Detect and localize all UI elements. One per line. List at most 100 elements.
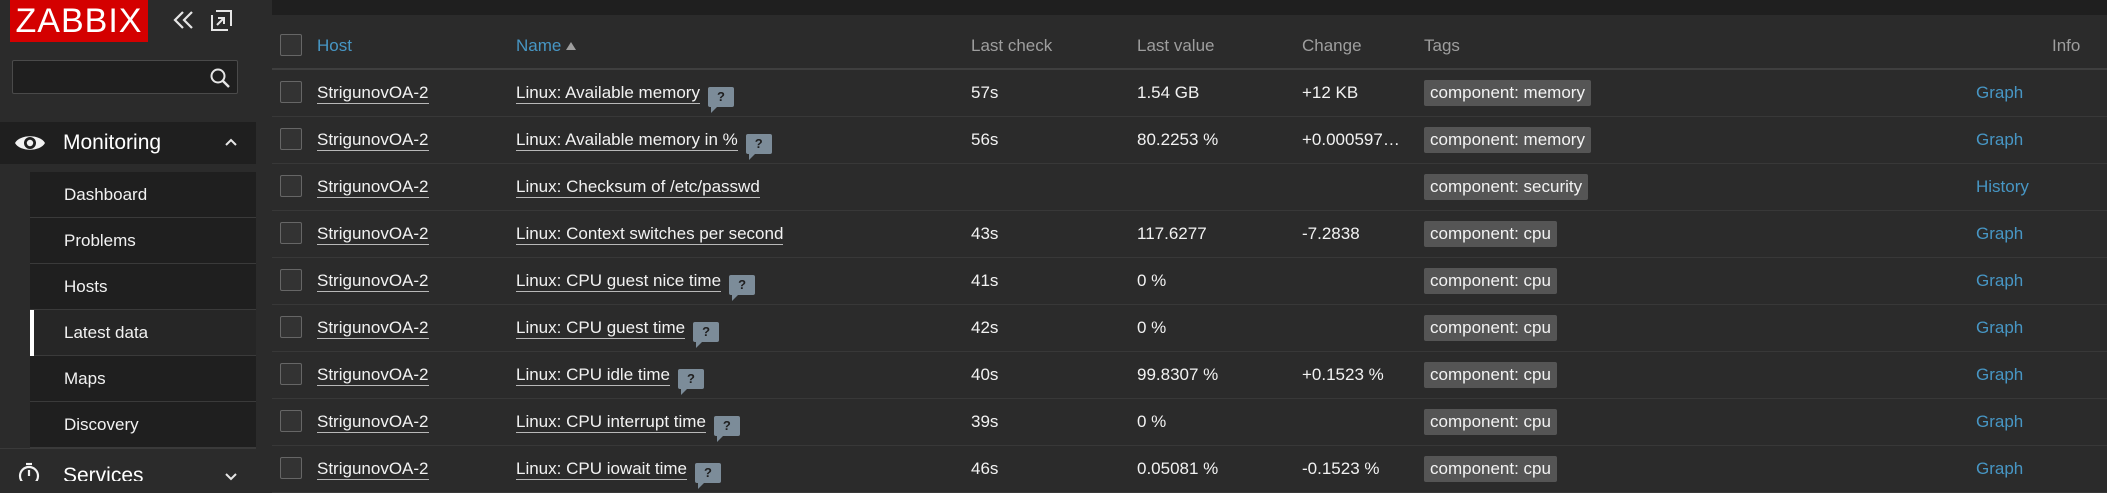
tag-badge[interactable]: component: security (1424, 174, 1589, 200)
submenu-item-latest-data[interactable]: Latest data (30, 310, 256, 356)
item-name-link[interactable]: Linux: CPU iowait time (516, 459, 688, 480)
row-checkbox[interactable] (280, 363, 302, 385)
help-icon[interactable]: ? (729, 275, 756, 301)
zabbix-logo[interactable]: ZABBIX (10, 0, 148, 42)
host-link[interactable]: StrigunovOA-2 (317, 224, 429, 245)
last-value: 117.6277 (1137, 224, 1207, 243)
history-link[interactable]: History (1976, 177, 2029, 197)
row-checkbox[interactable] (280, 269, 302, 291)
column-header-last-check: Last check (971, 36, 1053, 55)
row-checkbox[interactable] (280, 316, 302, 338)
row-checkbox[interactable] (280, 175, 302, 197)
column-header-info: Info (2052, 36, 2081, 55)
help-icon[interactable]: ? (693, 322, 720, 348)
graph-link[interactable]: Graph (1976, 271, 2023, 291)
last-check: 57s (971, 83, 999, 102)
graph-link[interactable]: Graph (1976, 224, 2023, 244)
host-link[interactable]: StrigunovOA-2 (317, 318, 429, 339)
change-value: -7.2838 (1302, 224, 1360, 243)
menu-services-label: Services (63, 464, 144, 481)
graph-link[interactable]: Graph (1976, 318, 2023, 338)
last-check: 40s (971, 365, 999, 384)
last-value: 0 % (1137, 318, 1167, 337)
table-row: StrigunovOA-2 Linux: Available memory in … (272, 117, 2107, 164)
table-row: StrigunovOA-2 Linux: CPU guest time? 42s 0 … (272, 305, 2107, 352)
row-checkbox[interactable] (280, 128, 302, 150)
host-link[interactable]: StrigunovOA-2 (317, 412, 429, 433)
change-value: +0.1523 % (1302, 365, 1384, 384)
graph-link[interactable]: Graph (1976, 412, 2023, 432)
help-icon[interactable]: ? (713, 416, 740, 442)
column-header-name-label: Name (516, 36, 562, 55)
filter-bar-edge (272, 0, 2107, 15)
item-name-link[interactable]: Linux: Available memory in % (516, 130, 738, 151)
graph-link[interactable]: Graph (1976, 459, 2023, 479)
eye-icon (15, 136, 45, 150)
host-link[interactable]: StrigunovOA-2 (317, 83, 429, 104)
column-header-name[interactable]: Name (516, 36, 577, 56)
graph-link[interactable]: Graph (1976, 83, 2023, 103)
menu-monitoring[interactable]: Monitoring (0, 122, 256, 164)
last-check: 42s (971, 318, 999, 337)
tag-badge[interactable]: component: memory (1424, 127, 1591, 153)
tag-badge[interactable]: component: cpu (1424, 221, 1557, 247)
menu-services[interactable]: Services (0, 448, 256, 481)
column-header-tags: Tags (1424, 36, 1460, 55)
item-name-link[interactable]: Linux: Context switches per second (516, 224, 784, 245)
collapse-sidebar-button[interactable] (171, 8, 197, 34)
row-checkbox[interactable] (280, 457, 302, 479)
last-check: 46s (971, 459, 999, 478)
item-name-link[interactable]: Linux: CPU guest nice time (516, 271, 722, 292)
submenu-item-label: Discovery (64, 415, 139, 434)
tag-badge[interactable]: component: cpu (1424, 268, 1557, 294)
item-name-link[interactable]: Linux: Checksum of /etc/passwd (516, 177, 760, 198)
submenu-item-dashboard[interactable]: Dashboard (30, 172, 256, 218)
submenu-item-label: Hosts (64, 277, 108, 296)
help-icon[interactable]: ? (678, 369, 705, 395)
submenu-item-problems[interactable]: Problems (30, 218, 256, 264)
submenu-item-discovery[interactable]: Discovery (30, 402, 256, 448)
row-checkbox[interactable] (280, 81, 302, 103)
last-check: 41s (971, 271, 999, 290)
change-value: +12 KB (1302, 83, 1359, 102)
last-value: 0 % (1137, 412, 1167, 431)
submenu-item-maps[interactable]: Maps (30, 356, 256, 402)
host-link[interactable]: StrigunovOA-2 (317, 177, 429, 198)
host-link[interactable]: StrigunovOA-2 (317, 459, 429, 480)
search-input[interactable] (13, 61, 219, 93)
last-value: 80.2253 % (1137, 130, 1219, 149)
tag-badge[interactable]: component: memory (1424, 80, 1591, 106)
undock-sidebar-button[interactable] (210, 9, 234, 33)
help-icon[interactable]: ? (695, 463, 722, 489)
last-value: 1.54 GB (1137, 83, 1200, 102)
stopwatch-icon (18, 462, 40, 481)
menu-monitoring-label: Monitoring (63, 131, 162, 154)
select-all-checkbox[interactable] (280, 34, 302, 56)
column-header-host[interactable]: Host (317, 36, 352, 56)
tag-badge[interactable]: component: cpu (1424, 409, 1557, 435)
last-value: 0.05081 % (1137, 459, 1219, 478)
table-row: StrigunovOA-2 Linux: CPU iowait time? 46s 0… (272, 446, 2107, 493)
graph-link[interactable]: Graph (1976, 130, 2023, 150)
submenu-item-hosts[interactable]: Hosts (30, 264, 256, 310)
item-name-link[interactable]: Linux: CPU idle time (516, 365, 671, 386)
graph-link[interactable]: Graph (1976, 365, 2023, 385)
help-icon[interactable]: ? (707, 87, 734, 113)
tag-badge[interactable]: component: cpu (1424, 315, 1557, 341)
row-checkbox[interactable] (280, 410, 302, 432)
help-icon[interactable]: ? (745, 134, 772, 160)
item-name-link[interactable]: Linux: Available memory (516, 83, 700, 104)
tag-badge[interactable]: component: cpu (1424, 362, 1557, 388)
sidebar-search (12, 60, 238, 94)
host-link[interactable]: StrigunovOA-2 (317, 130, 429, 151)
item-name-link[interactable]: Linux: CPU guest time (516, 318, 686, 339)
item-name-link[interactable]: Linux: CPU interrupt time (516, 412, 706, 433)
submenu-item-label: Dashboard (64, 185, 148, 204)
host-link[interactable]: StrigunovOA-2 (317, 271, 429, 292)
row-checkbox[interactable] (280, 222, 302, 244)
host-link[interactable]: StrigunovOA-2 (317, 365, 429, 386)
search-button[interactable] (209, 67, 231, 89)
tag-badge[interactable]: component: cpu (1424, 456, 1557, 482)
last-check: 39s (971, 412, 999, 431)
chevron-down-icon (225, 473, 237, 481)
